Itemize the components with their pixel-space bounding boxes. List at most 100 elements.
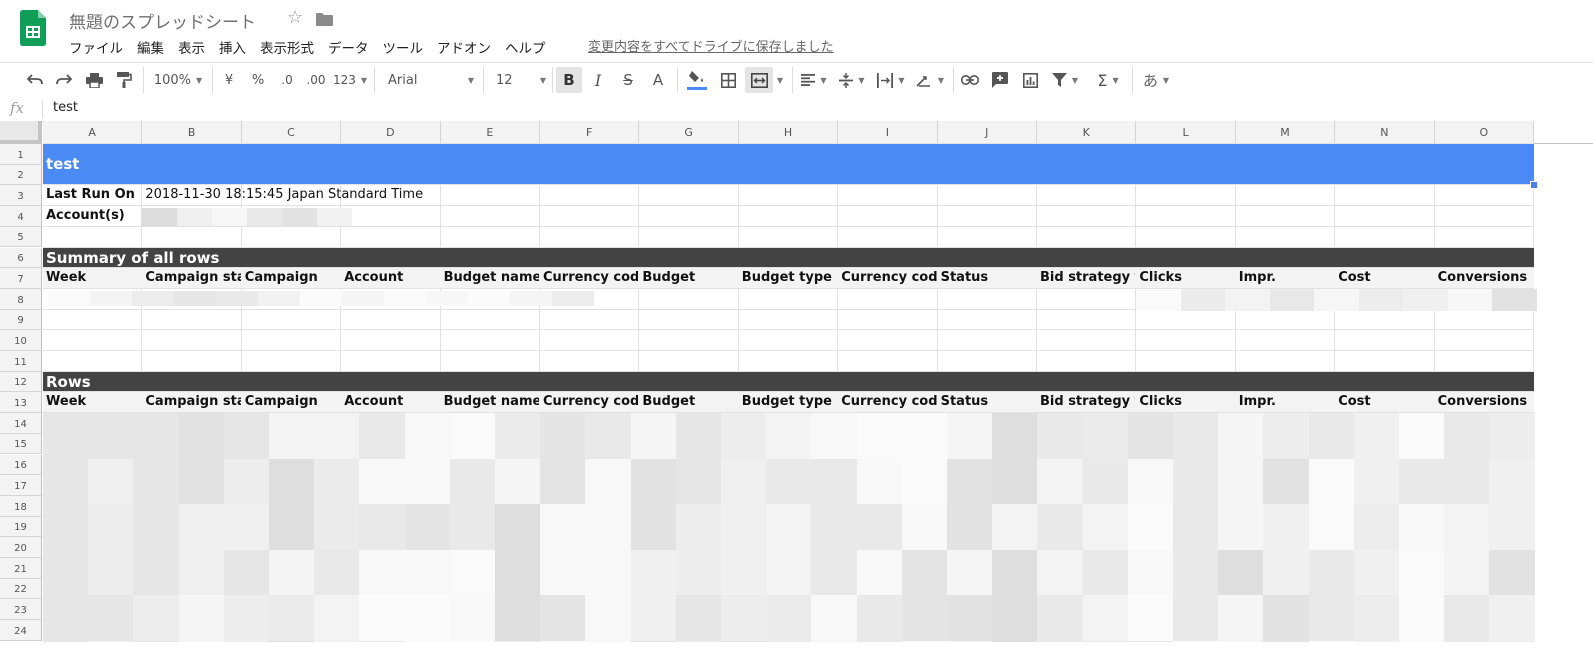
column-header-m[interactable]: M (1235, 121, 1336, 144)
row-header-16[interactable]: 16 (0, 454, 42, 476)
row-header-4[interactable]: 4 (0, 206, 42, 227)
text-wrapping-icon[interactable]: ▼ (873, 67, 909, 93)
summary-header-cell[interactable]: Budget (642, 268, 737, 289)
italic-button[interactable]: I (586, 67, 610, 93)
percent-format-button[interactable]: % (247, 67, 269, 93)
row-header-15[interactable]: 15 (0, 433, 42, 455)
column-header-b[interactable]: B (142, 121, 242, 144)
text-rotation-icon[interactable]: ▼ (912, 67, 948, 93)
menu-insert[interactable]: 挿入 (219, 37, 246, 57)
vertical-align-icon[interactable]: ▼ (835, 67, 869, 93)
row-header-14[interactable]: 14 (0, 413, 42, 434)
document-title[interactable]: 無題のスプレッドシート (69, 8, 256, 33)
menu-file[interactable]: ファイル (69, 37, 123, 57)
summary-header-cell[interactable]: Cost (1338, 268, 1433, 289)
menu-addons[interactable]: アドオン (437, 37, 491, 57)
column-header-h[interactable]: H (738, 121, 839, 144)
rows-header-cell[interactable]: Clicks (1139, 392, 1234, 413)
summary-header-cell[interactable]: Budget type (742, 268, 837, 289)
row-header-19[interactable]: 19 (0, 516, 42, 538)
column-header-f[interactable]: F (540, 121, 640, 144)
row-header-20[interactable]: 20 (0, 537, 42, 558)
merge-options-chevron-icon[interactable]: ▼ (774, 67, 786, 93)
summary-header-cell[interactable]: Clicks (1139, 268, 1234, 289)
row-header-12[interactable]: 12 (0, 371, 42, 393)
summary-header-cell[interactable]: Budget name (444, 268, 539, 289)
folder-icon[interactable] (316, 13, 333, 26)
column-header-n[interactable]: N (1335, 121, 1435, 144)
star-icon[interactable]: ☆ (287, 7, 303, 28)
menu-view[interactable]: 表示 (178, 37, 205, 57)
column-header-k[interactable]: K (1037, 121, 1137, 144)
formula-input[interactable]: test (53, 100, 78, 115)
text-color-button[interactable]: A (646, 67, 670, 93)
title-cell[interactable]: test (46, 144, 79, 185)
rows-header-cell[interactable]: Bid strategy typ (1040, 392, 1135, 413)
sheets-logo-icon[interactable] (20, 10, 46, 46)
paint-format-icon[interactable] (112, 67, 136, 93)
row-header-21[interactable]: 21 (0, 558, 42, 579)
rows-header-cell[interactable]: Currency code (543, 392, 638, 413)
row-header-7[interactable]: 7 (0, 268, 42, 289)
row-header-17[interactable]: 17 (0, 475, 42, 496)
undo-icon[interactable] (24, 67, 46, 93)
rows-header-cell[interactable]: Budget (642, 392, 737, 413)
row-header-9[interactable]: 9 (0, 309, 42, 331)
select-all-corner[interactable] (0, 121, 42, 144)
bold-button[interactable]: B (556, 67, 582, 93)
fill-color-button[interactable] (684, 67, 710, 93)
last-run-label[interactable]: Last Run On (46, 185, 135, 206)
functions-icon[interactable]: Σ ▼ (1090, 67, 1126, 93)
rows-header-cell[interactable]: Conversions (1438, 392, 1533, 413)
row-header-2[interactable]: 2 (0, 164, 42, 186)
redo-icon[interactable] (53, 67, 75, 93)
summary-header-cell[interactable]: Campaign (245, 268, 340, 289)
rows-header-cell[interactable]: Currency code (841, 392, 936, 413)
row-header-22[interactable]: 22 (0, 578, 42, 600)
row-header-5[interactable]: 5 (0, 226, 42, 248)
rows-header-cell[interactable]: Week (46, 392, 141, 413)
row-header-10[interactable]: 10 (0, 330, 42, 351)
last-run-value[interactable]: 2018-11-30 18:15:45 Japan Standard Time (145, 185, 443, 206)
rows-header-cell[interactable]: Cost (1338, 392, 1433, 413)
insert-link-icon[interactable] (958, 67, 982, 93)
menu-help[interactable]: ヘルプ (505, 37, 546, 57)
summary-header-cell[interactable]: Status (941, 268, 1036, 289)
save-status-link[interactable]: 変更内容をすべてドライブに保存しました (588, 36, 834, 55)
row-header-24[interactable]: 24 (0, 620, 42, 641)
print-icon[interactable] (82, 67, 106, 93)
more-formats-select[interactable]: 123 ▼ (333, 67, 367, 93)
rows-header-cell[interactable]: Budget name (444, 392, 539, 413)
summary-header-cell[interactable]: Impr. (1239, 268, 1334, 289)
merge-cells-icon[interactable] (745, 67, 773, 93)
summary-header-cell[interactable]: Conversions (1438, 268, 1533, 289)
rows-heading[interactable]: Rows (46, 372, 91, 393)
rows-header-cell[interactable]: Account (344, 392, 439, 413)
increase-decimal-button[interactable]: .00 (303, 67, 329, 93)
column-header-l[interactable]: L (1136, 121, 1236, 144)
filter-icon[interactable]: ▼ (1047, 67, 1083, 93)
summary-header-cell[interactable]: Account (344, 268, 439, 289)
summary-header-cell[interactable]: Week (46, 268, 141, 289)
menu-tools[interactable]: ツール (383, 37, 424, 57)
font-family-select[interactable]: Arial ▼ (382, 67, 474, 93)
row-header-1[interactable]: 1 (0, 144, 42, 165)
font-size-select[interactable]: 12 ▼ (490, 67, 546, 93)
summary-header-cell[interactable]: Campaign statu (145, 268, 240, 289)
menu-edit[interactable]: 編集 (137, 37, 164, 57)
rows-header-cell[interactable]: Status (941, 392, 1036, 413)
summary-heading[interactable]: Summary of all rows (46, 248, 219, 269)
selection-fill-handle[interactable] (1530, 181, 1538, 190)
rows-header-cell[interactable]: Campaign (245, 392, 340, 413)
menu-format[interactable]: 表示形式 (260, 37, 314, 57)
strikethrough-button[interactable]: S (616, 67, 640, 93)
borders-icon[interactable] (716, 67, 740, 93)
menu-data[interactable]: データ (328, 37, 369, 57)
rows-header-cell[interactable]: Budget type (742, 392, 837, 413)
row-header-6[interactable]: 6 (0, 247, 42, 269)
currency-format-button[interactable]: ¥ (218, 67, 240, 93)
summary-header-cell[interactable]: Currency code (543, 268, 638, 289)
input-tools-button[interactable]: あ ▼ (1138, 67, 1174, 93)
column-header-i[interactable]: I (838, 121, 938, 144)
rows-header-cell[interactable]: Impr. (1239, 392, 1334, 413)
